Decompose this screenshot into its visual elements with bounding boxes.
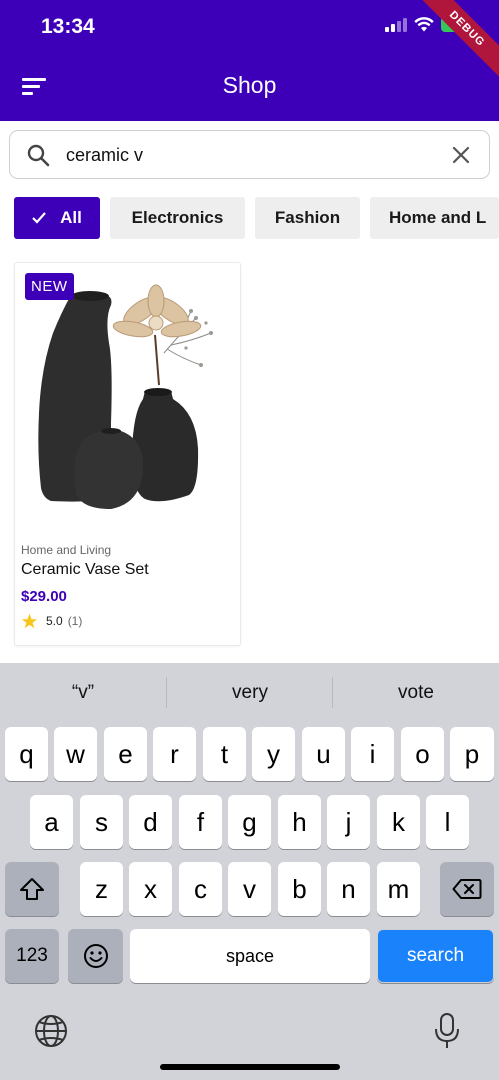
globe-icon[interactable] [33,1013,69,1049]
key-letter[interactable]: b [278,862,321,916]
key-letter[interactable]: w [54,727,97,781]
new-badge: NEW [25,273,74,300]
microphone-icon[interactable] [433,1012,461,1050]
filter-chip-fashion[interactable]: Fashion [255,197,360,239]
clear-icon[interactable] [451,145,471,165]
key-letter[interactable]: s [80,795,123,849]
key-letter[interactable]: r [153,727,196,781]
key-letter[interactable]: j [327,795,370,849]
emoji-key[interactable] [68,929,123,983]
product-card[interactable]: NEW Home and Living Ceramic Vase Set $29… [14,262,241,646]
shop-screen: 13:34 95 DEBUG Shop [0,0,499,1080]
product-category: Home and Living [21,543,112,557]
page-title: Shop [222,72,277,98]
suggestion-item[interactable]: “v” [0,663,166,723]
numbers-key[interactable]: 123 [5,929,59,983]
key-letter[interactable]: f [179,795,222,849]
app-header: 13:34 95 DEBUG Shop [0,0,499,121]
key-letter[interactable]: h [278,795,321,849]
key-letter[interactable]: p [450,727,494,781]
product-image [21,273,235,513]
search-icon [27,144,50,167]
filter-chip-home-and-living[interactable]: Home and L [370,197,499,239]
backspace-key[interactable] [440,862,494,916]
filter-chip-label: Fashion [274,208,341,227]
suggestion-item[interactable]: vote [333,663,499,723]
key-letter[interactable]: k [377,795,420,849]
filter-chip-electronics[interactable]: Electronics [110,197,245,239]
search-input[interactable] [66,141,436,169]
key-letter[interactable]: d [129,795,172,849]
key-letter[interactable]: c [179,862,222,916]
key-letter[interactable]: u [302,727,345,781]
check-icon [32,212,46,224]
key-letter[interactable]: t [203,727,246,781]
key-letter[interactable]: x [129,862,172,916]
wifi-icon [414,16,434,31]
rating-count: (1) [67,614,83,628]
key-letter[interactable]: i [351,727,394,781]
emoji-icon [83,944,108,968]
space-key[interactable]: space [130,929,370,983]
shift-key[interactable] [5,862,59,916]
key-letter[interactable]: q [5,727,48,781]
filter-chip-label: Home and L [389,208,487,227]
key-letter[interactable]: o [401,727,444,781]
keyboard: “v” very vote q w e r t y u i o p a s d … [0,663,499,1080]
search-key[interactable]: search [377,929,494,983]
product-name: Ceramic Vase Set [21,561,149,578]
key-letter[interactable]: m [377,862,420,916]
category-filters: All Electronics Fashion Home and L [14,197,499,239]
key-letter[interactable]: e [104,727,147,781]
backspace-icon [452,879,482,899]
search-bar[interactable] [9,130,490,179]
keyboard-suggestions: “v” very vote [0,663,499,723]
home-indicator [160,1064,340,1070]
filter-chip-label: Electronics [131,208,224,227]
key-letter[interactable]: y [252,727,295,781]
key-letter[interactable]: a [30,795,73,849]
key-letter[interactable]: l [426,795,469,849]
star-icon [21,613,38,629]
key-letter[interactable]: n [327,862,370,916]
filter-chip-label: All [60,208,82,227]
product-price: $29.00 [21,588,67,605]
status-time: 13:34 [41,15,95,38]
filter-chip-all[interactable]: All [14,197,100,239]
key-letter[interactable]: g [228,795,271,849]
signal-icon [385,16,407,32]
rating-value: 5.0 [46,614,63,628]
suggestion-item[interactable]: very [167,663,333,723]
key-letter[interactable]: v [228,862,271,916]
shift-icon [20,878,44,900]
product-rating: 5.0 (1) [21,613,82,629]
key-letter[interactable]: z [80,862,123,916]
